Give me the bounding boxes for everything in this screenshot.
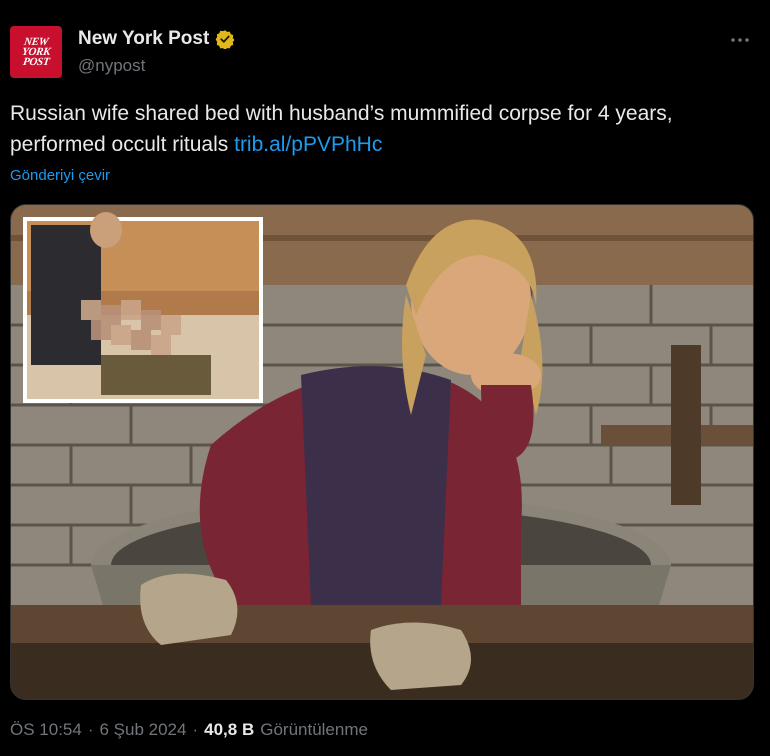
- avatar[interactable]: NEW YORK POST: [10, 26, 62, 78]
- more-horizontal-icon[interactable]: [728, 28, 752, 52]
- post-text: Russian wife shared bed with husband’s m…: [10, 98, 750, 160]
- tweet: NEW YORK POST New York Post @nypost Russ…: [0, 0, 770, 756]
- avatar-line-3: POST: [22, 56, 50, 68]
- post-date[interactable]: 6 Şub 2024: [100, 720, 187, 740]
- post-meta: ÖS 10:54 · 6 Şub 2024 · 40,8 B Görüntüle…: [10, 720, 368, 740]
- views-label: Görüntülenme: [260, 720, 368, 739]
- meta-separator: ·: [192, 720, 199, 739]
- translate-post-link[interactable]: Gönderiyi çevir: [10, 167, 110, 184]
- meta-separator: ·: [87, 720, 94, 739]
- views-count: 40,8 B: [204, 720, 255, 739]
- post-link[interactable]: trib.al/pPVPhHc: [234, 133, 382, 156]
- handle[interactable]: @nypost: [78, 56, 145, 76]
- post-photo: [11, 205, 753, 699]
- author-name-row: New York Post: [78, 28, 235, 50]
- verified-badge-icon: [215, 30, 235, 49]
- post-time[interactable]: ÖS 10:54: [10, 720, 82, 740]
- display-name[interactable]: New York Post: [78, 28, 209, 50]
- post-image[interactable]: [10, 204, 754, 700]
